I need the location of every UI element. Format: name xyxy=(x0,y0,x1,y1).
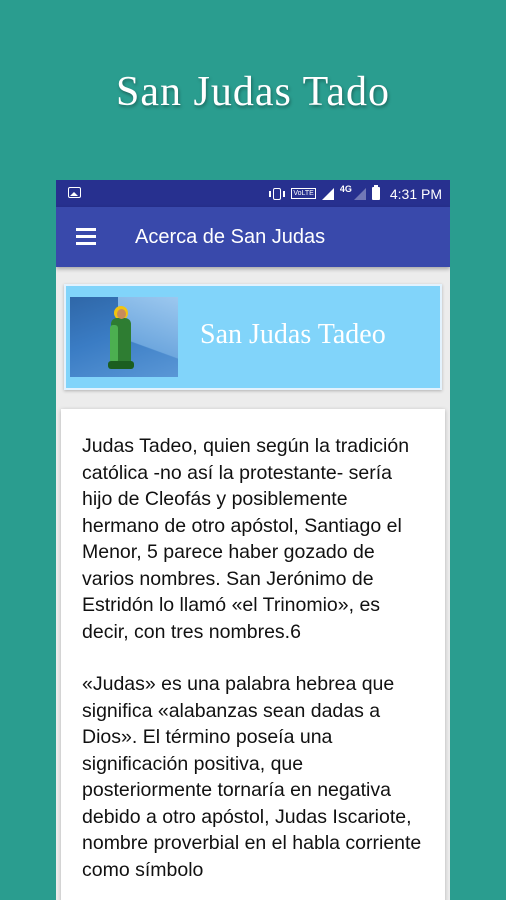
promo-title: San Judas Tado xyxy=(116,69,390,115)
article-card: Judas Tadeo, quien según la tradición ca… xyxy=(61,409,445,900)
article-paragraph: Judas Tadeo, quien según la tradición ca… xyxy=(82,435,410,643)
status-time: 4:31 PM xyxy=(389,185,442,202)
app-bar-title: Acerca de San Judas xyxy=(135,226,326,248)
banner-title: San Judas Tadeo xyxy=(200,319,386,350)
status-bar: VoLTE 4G 4:31 PM xyxy=(56,180,450,207)
saint-image xyxy=(70,297,178,377)
article-paragraph: «Judas» es una palabra hebrea que signif… xyxy=(82,673,422,881)
status-icons: VoLTE 4G 4:31 PM xyxy=(269,180,442,207)
network-type-label: 4G xyxy=(339,184,352,194)
app-bar: Acerca de San Judas xyxy=(56,207,450,267)
image-icon xyxy=(68,187,81,198)
phone-screen: VoLTE 4G 4:31 PM Acerca de San Judas San… xyxy=(56,180,450,900)
hamburger-menu-icon[interactable] xyxy=(76,228,96,245)
battery-icon xyxy=(371,185,380,200)
volte-label: VoLTE xyxy=(291,188,316,199)
article-content: Judas Tadeo, quien según la tradición ca… xyxy=(82,433,427,900)
saint-banner: San Judas Tadeo xyxy=(64,284,442,390)
vibrate-icon xyxy=(269,187,286,200)
signal-icon xyxy=(321,187,334,200)
signal-secondary-icon xyxy=(353,187,366,200)
